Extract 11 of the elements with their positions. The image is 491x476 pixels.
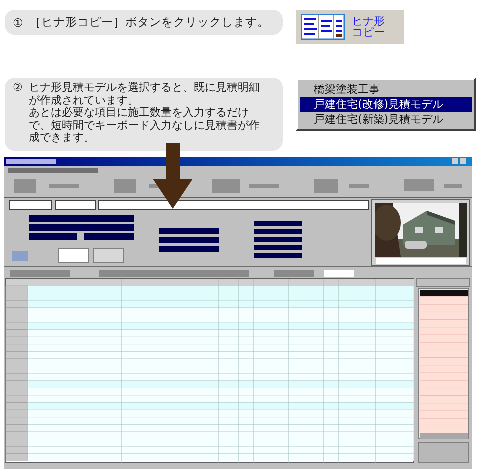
list-icon [301,14,345,40]
list-option[interactable]: 戸建住宅(改修)見積モデル [300,97,472,112]
down-arrow-icon [153,143,193,209]
step-text: ［ヒナ形コピー］ボタンをクリックします。 [29,15,270,30]
step-number: ① [13,16,24,30]
list-option[interactable]: 橋梁塗装工事 [300,82,472,97]
step-text: あとは必要な項目に施工数量を入力するだけで、短時間でキーボード入力なしに見積書が作成できます。 [28,107,261,144]
list-option[interactable]: 戸建住宅(新築)見積モデル [300,112,472,127]
copy-button[interactable]: ヒナ形 コピー [301,14,385,40]
step-number: ② [13,82,23,96]
step-text: ヒナ形見積モデルを選択すると、既に見積明細が作成されています。 [28,82,261,106]
